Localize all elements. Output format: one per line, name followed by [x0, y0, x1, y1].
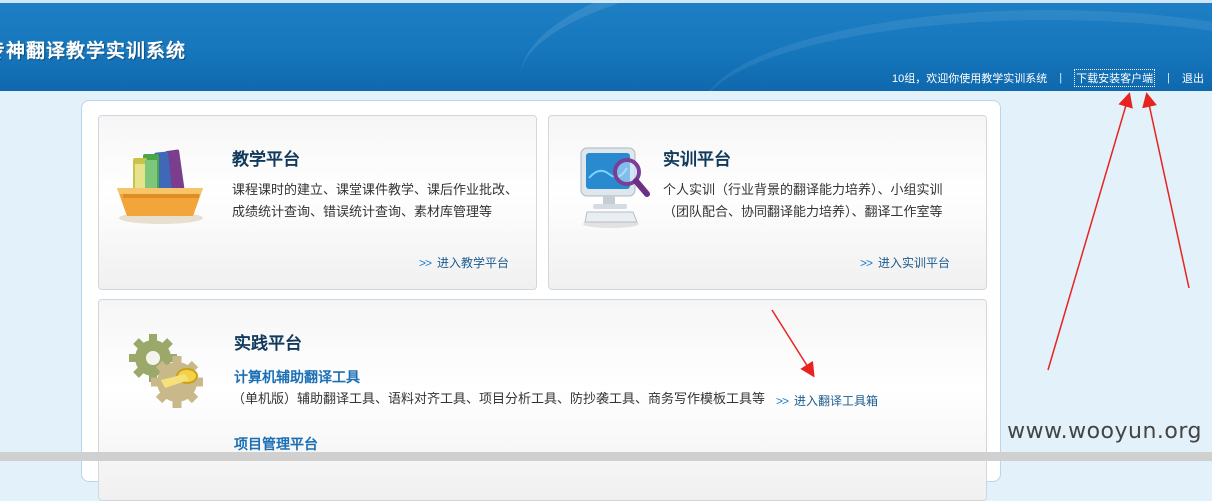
arrow-to-download	[1142, 92, 1190, 289]
enter-translation-toolbox-label: 进入翻译工具箱	[794, 394, 879, 408]
books-icon	[113, 144, 209, 231]
teaching-platform-desc-line2: 成绩统计查询、错误统计查询、素材库管理等	[232, 204, 493, 219]
watermark: www.wooyun.org	[1007, 419, 1202, 444]
double-chevron-right-icon: >>	[776, 394, 789, 408]
top-banner: 专神翻译教学实训系统 专神翻译教学实训系统 10组，欢迎你使用教学实训系统 | …	[0, 0, 1212, 91]
main-panel: 教学平台 课程课时的建立、课堂课件教学、课后作业批改、 成绩统计查询、错误统计查…	[81, 100, 1001, 501]
double-chevron-right-icon: >>	[860, 256, 873, 270]
enter-training-platform-link[interactable]: >> 进入实训平台	[860, 254, 950, 271]
teaching-platform-desc-line1: 课程课时的建立、课堂课件教学、课后作业批改、	[232, 182, 519, 197]
teaching-platform-title: 教学平台	[232, 150, 300, 169]
training-platform-card: 实训平台 个人实训（行业背景的翻译能力培养）、小组实训 （团队配合、协同翻译能力…	[548, 115, 987, 290]
cat-tool-heading[interactable]: 计算机辅助翻译工具	[234, 367, 360, 387]
enter-teaching-platform-link[interactable]: >> 进入教学平台	[419, 254, 509, 271]
teaching-platform-card: 教学平台 课程课时的建立、课堂课件教学、课后作业批改、 成绩统计查询、错误统计查…	[98, 115, 537, 290]
welcome-text: 10组，欢迎你使用教学实训系统	[892, 73, 1048, 85]
cat-tool-desc: （单机版）辅助翻译工具、语料对齐工具、项目分析工具、防抄袭工具、商务写作模板工具…	[232, 391, 766, 406]
training-platform-title: 实训平台	[663, 150, 731, 169]
enter-translation-toolbox-link[interactable]: >> 进入翻译工具箱	[776, 392, 878, 409]
computer-magnifier-icon	[575, 142, 655, 235]
enter-teaching-platform-label: 进入教学平台	[437, 256, 510, 270]
separator: |	[1167, 72, 1170, 84]
logout-link[interactable]: 退出	[1182, 70, 1204, 86]
training-platform-desc-line1: 个人实训（行业背景的翻译能力培养）、小组实训	[663, 182, 943, 197]
separator: |	[1059, 72, 1063, 84]
enter-training-platform-label: 进入实训平台	[878, 256, 951, 270]
practice-platform-title: 实践平台	[234, 334, 302, 353]
bottom-strip	[0, 452, 1212, 461]
double-chevron-right-icon: >>	[419, 256, 432, 270]
user-bar: 10组，欢迎你使用教学实训系统 | 下载安装客户端 | 退出	[892, 69, 1204, 87]
project-management-heading[interactable]: 项目管理平台	[234, 434, 318, 454]
download-client-link[interactable]: 下载安装客户端	[1074, 69, 1156, 87]
practice-platform-card: 实践平台 计算机辅助翻译工具 （单机版）辅助翻译工具、语料对齐工具、项目分析工具…	[98, 299, 987, 501]
gears-icon	[121, 328, 213, 419]
training-platform-desc-line2: （团队配合、协同翻译能力培养）、翻译工作室等	[663, 204, 943, 219]
app-title-reflection: 专神翻译教学实训系统	[0, 43, 187, 56]
arrow-to-download	[1047, 92, 1133, 371]
